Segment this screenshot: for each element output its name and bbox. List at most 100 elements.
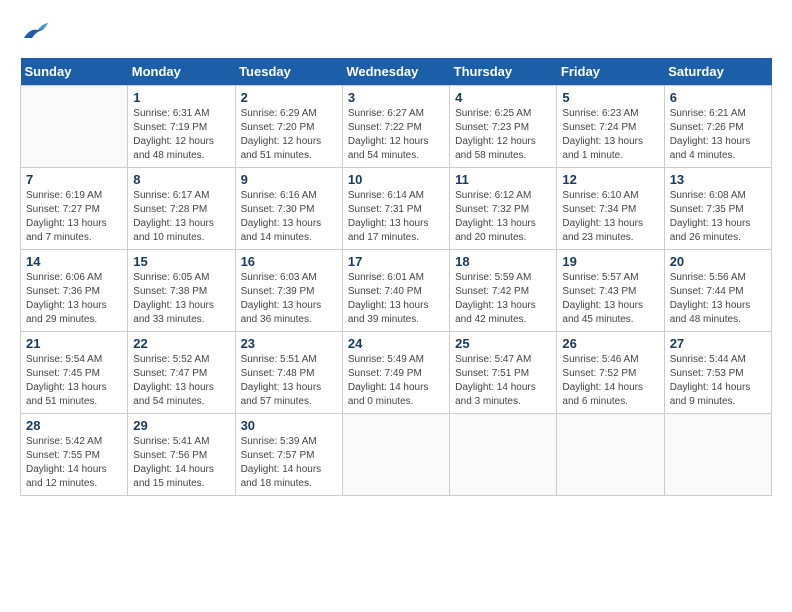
weekday-header-row: SundayMondayTuesdayWednesdayThursdayFrid… — [21, 58, 772, 86]
day-number: 14 — [26, 254, 122, 269]
calendar-cell: 30 Sunrise: 5:39 AMSunset: 7:57 PMDayligh… — [235, 414, 342, 496]
calendar-week-row: 7 Sunrise: 6:19 AMSunset: 7:27 PMDaylight… — [21, 168, 772, 250]
day-info: Sunrise: 5:41 AMSunset: 7:56 PMDaylight:… — [133, 435, 229, 491]
calendar-cell: 22 Sunrise: 5:52 AMSunset: 7:47 PMDayligh… — [128, 332, 235, 414]
calendar-table: SundayMondayTuesdayWednesdayThursdayFrid… — [20, 58, 772, 496]
day-number: 6 — [670, 90, 766, 105]
day-info: Sunrise: 6:16 AMSunset: 7:30 PMDaylight:… — [241, 189, 337, 245]
day-info: Sunrise: 6:29 AMSunset: 7:20 PMDaylight:… — [241, 107, 337, 163]
day-info: Sunrise: 6:14 AMSunset: 7:31 PMDaylight:… — [348, 189, 444, 245]
calendar-cell: 8Sunrise: 6:17 AMSunset: 7:28 PMDaylight… — [128, 168, 235, 250]
weekday-header: Wednesday — [342, 58, 449, 86]
day-number: 1 — [133, 90, 229, 105]
calendar-cell: 3 Sunrise: 6:27 AMSunset: 7:22 PMDaylight… — [342, 86, 449, 168]
calendar-cell: 24 Sunrise: 5:49 AMSunset: 7:49 PMDayligh… — [342, 332, 449, 414]
day-info: Sunrise: 5:39 AMSunset: 7:57 PMDaylight:… — [241, 435, 337, 491]
calendar-cell: 15 Sunrise: 6:05 AMSunset: 7:38 PMDayligh… — [128, 250, 235, 332]
day-info: Sunrise: 6:05 AMSunset: 7:38 PMDaylight:… — [133, 271, 229, 327]
calendar-cell: 21 Sunrise: 5:54 AMSunset: 7:45 PMDayligh… — [21, 332, 128, 414]
day-info: Sunrise: 6:19 AMSunset: 7:27 PMDaylight:… — [26, 189, 122, 245]
day-number: 7 — [26, 172, 122, 187]
calendar-cell: 16 Sunrise: 6:03 AMSunset: 7:39 PMDayligh… — [235, 250, 342, 332]
calendar-cell — [21, 86, 128, 168]
calendar-cell: 28 Sunrise: 5:42 AMSunset: 7:55 PMDayligh… — [21, 414, 128, 496]
calendar-cell: 27 Sunrise: 5:44 AMSunset: 7:53 PMDayligh… — [664, 332, 771, 414]
calendar-week-row: 1 Sunrise: 6:31 AMSunset: 7:19 PMDaylight… — [21, 86, 772, 168]
day-info: Sunrise: 5:54 AMSunset: 7:45 PMDaylight:… — [26, 353, 122, 409]
day-info: Sunrise: 6:08 AMSunset: 7:35 PMDaylight:… — [670, 189, 766, 245]
calendar-cell: 19 Sunrise: 5:57 AMSunset: 7:43 PMDayligh… — [557, 250, 664, 332]
day-info: Sunrise: 6:06 AMSunset: 7:36 PMDaylight:… — [26, 271, 122, 327]
day-info: Sunrise: 5:51 AMSunset: 7:48 PMDaylight:… — [241, 353, 337, 409]
calendar-week-row: 14 Sunrise: 6:06 AMSunset: 7:36 PMDayligh… — [21, 250, 772, 332]
calendar-cell: 17 Sunrise: 6:01 AMSunset: 7:40 PMDayligh… — [342, 250, 449, 332]
day-info: Sunrise: 5:49 AMSunset: 7:49 PMDaylight:… — [348, 353, 444, 409]
day-number: 17 — [348, 254, 444, 269]
day-number: 29 — [133, 418, 229, 433]
weekday-header: Monday — [128, 58, 235, 86]
day-number: 13 — [670, 172, 766, 187]
calendar-cell: 4Sunrise: 6:25 AMSunset: 7:23 PMDaylight… — [450, 86, 557, 168]
day-info: Sunrise: 6:25 AMSunset: 7:23 PMDaylight:… — [455, 107, 551, 163]
day-info: Sunrise: 6:12 AMSunset: 7:32 PMDaylight:… — [455, 189, 551, 245]
calendar-cell: 10 Sunrise: 6:14 AMSunset: 7:31 PMDayligh… — [342, 168, 449, 250]
day-info: Sunrise: 5:42 AMSunset: 7:55 PMDaylight:… — [26, 435, 122, 491]
calendar-cell: 13 Sunrise: 6:08 AMSunset: 7:35 PMDayligh… — [664, 168, 771, 250]
day-info: Sunrise: 5:44 AMSunset: 7:53 PMDaylight:… — [670, 353, 766, 409]
day-info: Sunrise: 6:21 AMSunset: 7:26 PMDaylight:… — [670, 107, 766, 163]
day-number: 30 — [241, 418, 337, 433]
calendar-cell — [557, 414, 664, 496]
weekday-header: Tuesday — [235, 58, 342, 86]
day-info: Sunrise: 6:31 AMSunset: 7:19 PMDaylight:… — [133, 107, 229, 163]
calendar-cell — [342, 414, 449, 496]
day-number: 16 — [241, 254, 337, 269]
day-number: 20 — [670, 254, 766, 269]
weekday-header: Thursday — [450, 58, 557, 86]
day-number: 12 — [562, 172, 658, 187]
day-number: 11 — [455, 172, 551, 187]
calendar-cell: 25 Sunrise: 5:47 AMSunset: 7:51 PMDayligh… — [450, 332, 557, 414]
day-number: 18 — [455, 254, 551, 269]
day-number: 25 — [455, 336, 551, 351]
day-number: 9 — [241, 172, 337, 187]
day-info: Sunrise: 6:17 AMSunset: 7:28 PMDaylight:… — [133, 189, 229, 245]
day-info: Sunrise: 6:27 AMSunset: 7:22 PMDaylight:… — [348, 107, 444, 163]
calendar-cell: 5Sunrise: 6:23 AMSunset: 7:24 PMDaylight… — [557, 86, 664, 168]
calendar-cell: 7 Sunrise: 6:19 AMSunset: 7:27 PMDaylight… — [21, 168, 128, 250]
day-info: Sunrise: 5:47 AMSunset: 7:51 PMDaylight:… — [455, 353, 551, 409]
day-number: 19 — [562, 254, 658, 269]
calendar-cell: 14 Sunrise: 6:06 AMSunset: 7:36 PMDayligh… — [21, 250, 128, 332]
calendar-week-row: 21 Sunrise: 5:54 AMSunset: 7:45 PMDayligh… — [21, 332, 772, 414]
day-number: 21 — [26, 336, 122, 351]
calendar-cell: 23 Sunrise: 5:51 AMSunset: 7:48 PMDayligh… — [235, 332, 342, 414]
page-header — [20, 20, 772, 42]
weekday-header: Saturday — [664, 58, 771, 86]
logo — [20, 20, 50, 42]
day-number: 26 — [562, 336, 658, 351]
day-number: 23 — [241, 336, 337, 351]
day-number: 15 — [133, 254, 229, 269]
calendar-cell: 11 Sunrise: 6:12 AMSunset: 7:32 PMDayligh… — [450, 168, 557, 250]
day-number: 24 — [348, 336, 444, 351]
weekday-header: Sunday — [21, 58, 128, 86]
day-info: Sunrise: 5:52 AMSunset: 7:47 PMDaylight:… — [133, 353, 229, 409]
calendar-cell: 12 Sunrise: 6:10 AMSunset: 7:34 PMDayligh… — [557, 168, 664, 250]
calendar-week-row: 28 Sunrise: 5:42 AMSunset: 7:55 PMDayligh… — [21, 414, 772, 496]
calendar-cell: 20Sunrise: 5:56 AMSunset: 7:44 PMDayligh… — [664, 250, 771, 332]
calendar-cell: 29 Sunrise: 5:41 AMSunset: 7:56 PMDayligh… — [128, 414, 235, 496]
day-info: Sunrise: 5:57 AMSunset: 7:43 PMDaylight:… — [562, 271, 658, 327]
day-number: 22 — [133, 336, 229, 351]
day-number: 28 — [26, 418, 122, 433]
calendar-cell: 6 Sunrise: 6:21 AMSunset: 7:26 PMDaylight… — [664, 86, 771, 168]
day-info: Sunrise: 6:03 AMSunset: 7:39 PMDaylight:… — [241, 271, 337, 327]
day-info: Sunrise: 6:01 AMSunset: 7:40 PMDaylight:… — [348, 271, 444, 327]
day-number: 3 — [348, 90, 444, 105]
logo-bird-icon — [22, 20, 50, 42]
day-info: Sunrise: 6:10 AMSunset: 7:34 PMDaylight:… — [562, 189, 658, 245]
day-number: 10 — [348, 172, 444, 187]
calendar-cell: 9 Sunrise: 6:16 AMSunset: 7:30 PMDaylight… — [235, 168, 342, 250]
calendar-cell: 2Sunrise: 6:29 AMSunset: 7:20 PMDaylight… — [235, 86, 342, 168]
day-number: 27 — [670, 336, 766, 351]
weekday-header: Friday — [557, 58, 664, 86]
calendar-cell — [450, 414, 557, 496]
